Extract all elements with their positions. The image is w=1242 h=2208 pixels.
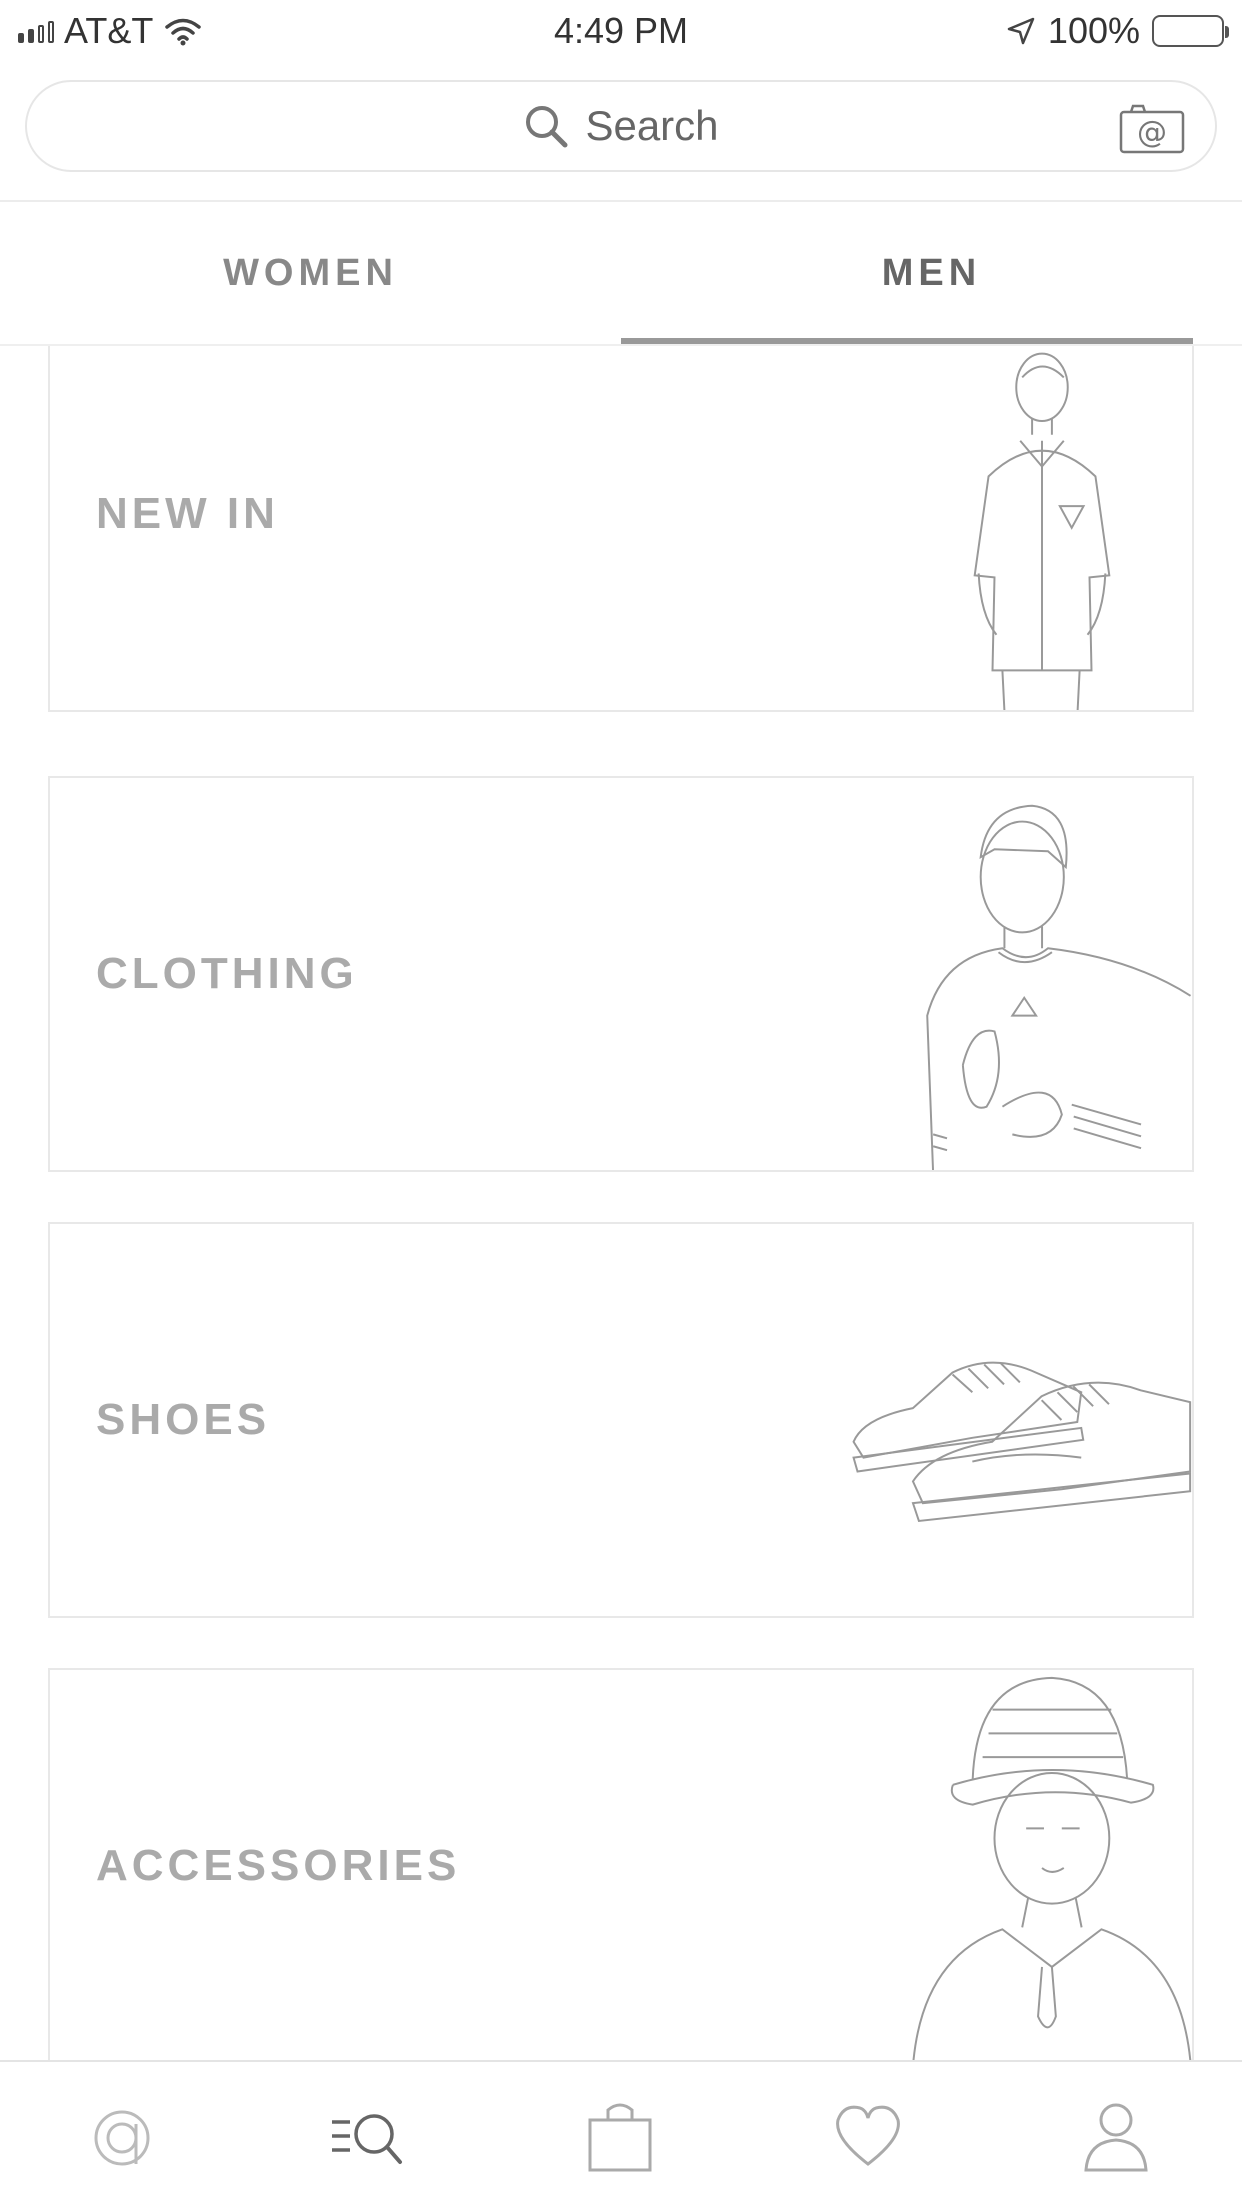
tab-men[interactable]: MEN [621,202,1242,344]
bottom-navigation [0,2060,1242,2208]
category-card-shoes[interactable]: SHOES [48,1222,1194,1618]
asos-logo-icon[interactable] [86,2098,162,2174]
category-card-clothing[interactable]: CLOTHING [48,776,1194,1172]
heart-icon[interactable] [830,2098,906,2174]
category-label: SHOES [96,1395,271,1444]
battery-percent: 100% [1047,10,1140,51]
category-label: CLOTHING [96,949,358,998]
search-menu-icon[interactable] [330,2098,406,2174]
user-icon[interactable] [1078,2098,1154,2174]
search-field[interactable]: Search [27,82,1215,170]
app-screen: AT&T 4:49 PM 100% Search @ WOMEN MEN NEW… [0,0,1242,2208]
search-bar[interactable]: Search @ [25,80,1217,172]
gender-tabs: WOMEN MEN [0,202,1242,344]
camera-search-icon[interactable]: @ [1119,102,1185,154]
status-right: 100% [1006,10,1229,52]
category-card-new-in[interactable]: NEW IN [48,346,1194,712]
search-placeholder: Search [585,102,719,149]
battery-icon [1152,15,1229,47]
category-card-accessories[interactable]: ACCESSORIES [48,1668,1194,2060]
man-in-tshirt-image [926,804,1192,1170]
tab-women[interactable]: WOMEN [0,202,621,344]
status-bar: AT&T 4:49 PM 100% [0,0,1242,62]
search-icon [526,106,568,148]
sneakers-image [852,1361,1192,1523]
shopping-bag-icon[interactable] [582,2098,658,2174]
location-arrow-icon [1007,17,1035,45]
man-in-shirt-image [973,352,1111,710]
category-list: NEW IN CLOTHING SHOES ACCESSORIES [0,346,1242,2060]
category-label: ACCESSORIES [96,1841,461,1890]
svg-text:@: @ [1137,115,1167,150]
man-in-bucket-hat-image [912,1676,1192,2060]
category-label: NEW IN [96,489,279,538]
